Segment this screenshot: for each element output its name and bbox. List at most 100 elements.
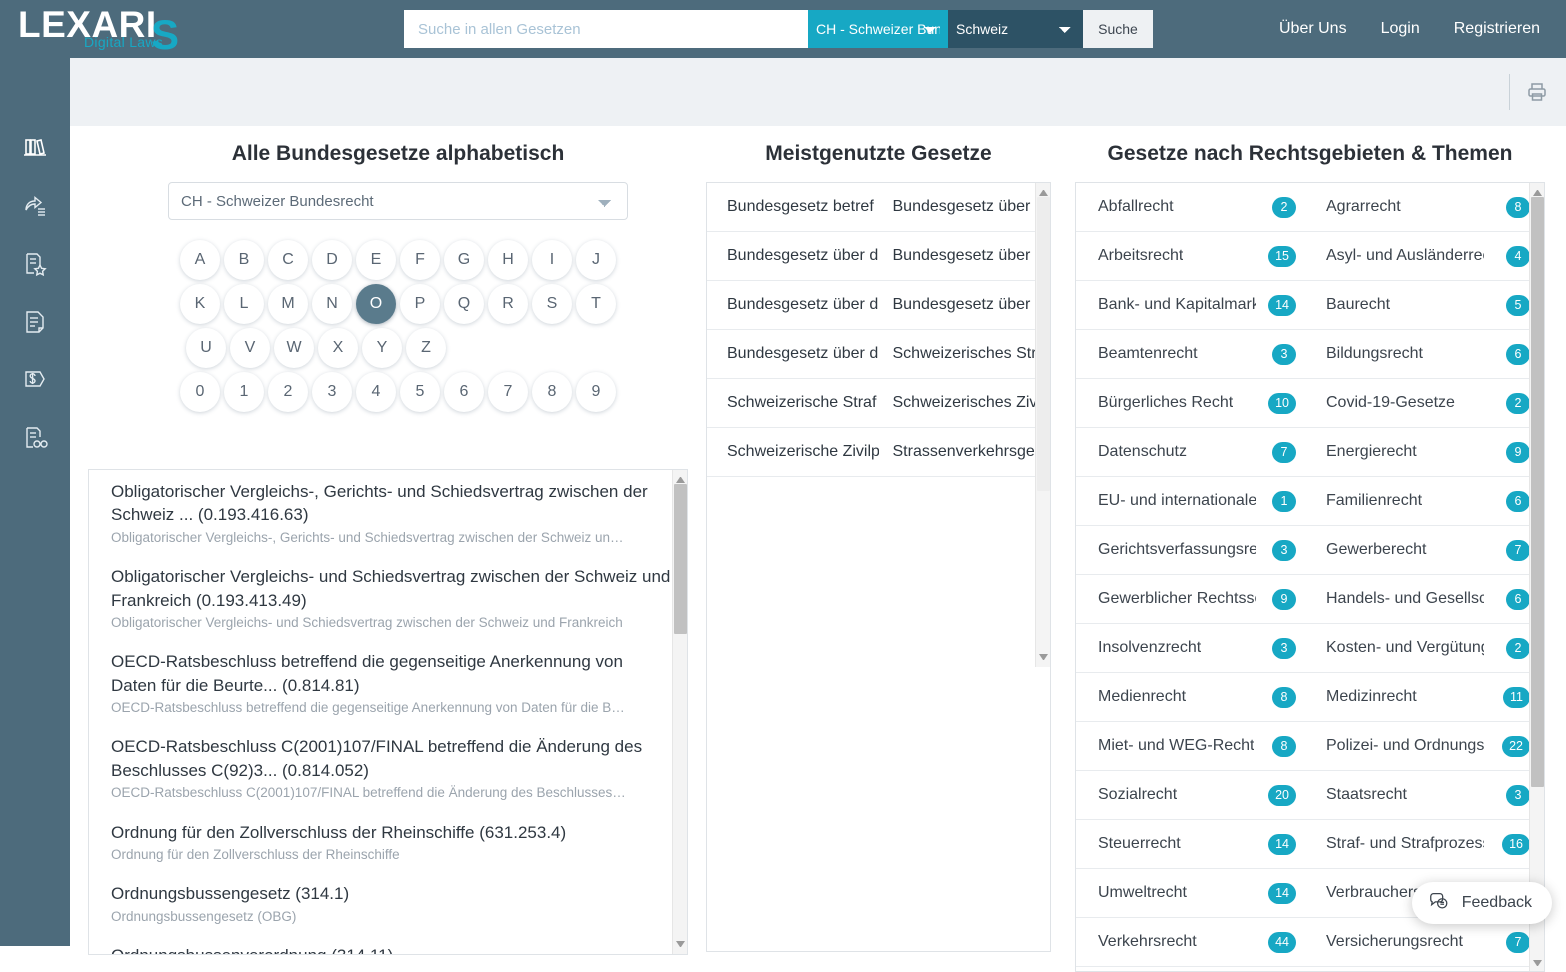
letter-button-Q[interactable]: Q (444, 284, 484, 324)
nav-link-about[interactable]: Über Uns (1279, 20, 1347, 38)
list-item[interactable]: Ordnungsbussengesetz (314.1) Ordnungsbus… (111, 882, 671, 926)
letter-button-B[interactable]: B (224, 240, 264, 280)
category-cell[interactable]: Bürgerliches Recht 10 (1076, 379, 1310, 427)
letter-button-J[interactable]: J (576, 240, 616, 280)
most-used-cell[interactable]: Bundesgesetz über d (707, 330, 879, 378)
letter-button-P[interactable]: P (400, 284, 440, 324)
most-used-cell[interactable]: Schweizerisches Zivi (879, 379, 1051, 427)
letter-button-X[interactable]: X (318, 328, 358, 368)
search-input[interactable] (404, 10, 808, 48)
digit-button-9[interactable]: 9 (576, 372, 616, 412)
most-used-cell[interactable]: Bundesgesetz über d (879, 183, 1051, 231)
digit-button-7[interactable]: 7 (488, 372, 528, 412)
most-used-cell[interactable]: Bundesgesetz über d (707, 281, 879, 329)
digit-button-6[interactable]: 6 (444, 372, 484, 412)
letter-button-I[interactable]: I (532, 240, 572, 280)
letter-button-K[interactable]: K (180, 284, 220, 324)
letter-button-G[interactable]: G (444, 240, 484, 280)
most-used-cell[interactable]: Bundesgesetz über d (879, 232, 1051, 280)
category-cell[interactable]: Covid-19-Gesetze 2 (1310, 379, 1544, 427)
document-note-icon[interactable] (15, 304, 55, 340)
letter-button-U[interactable]: U (186, 328, 226, 368)
digit-button-5[interactable]: 5 (400, 372, 440, 412)
letter-button-S[interactable]: S (532, 284, 572, 324)
share-list-icon[interactable] (15, 188, 55, 224)
digit-button-8[interactable]: 8 (532, 372, 572, 412)
category-cell[interactable]: Medienrecht 8 (1076, 673, 1310, 721)
category-cell[interactable]: Miet- und WEG-Recht 8 (1076, 722, 1310, 770)
most-used-cell[interactable]: Strassenverkehrsges (879, 428, 1051, 476)
document-star-icon[interactable] (15, 246, 55, 282)
letter-button-W[interactable]: W (274, 328, 314, 368)
letter-button-H[interactable]: H (488, 240, 528, 280)
most-used-cell[interactable]: Schweizerisches Stra (879, 330, 1051, 378)
letter-button-A[interactable]: A (180, 240, 220, 280)
category-cell[interactable]: Kosten- und Vergütungsrecht 2 (1310, 624, 1544, 672)
law-scope-select[interactable]: CH - Schweizer Bundesrecht (808, 10, 948, 48)
category-cell[interactable]: Gewerberecht 7 (1310, 526, 1544, 574)
category-cell[interactable]: Insolvenzrecht 3 (1076, 624, 1310, 672)
category-cell[interactable]: Umweltrecht 14 (1076, 869, 1310, 917)
letter-button-F[interactable]: F (400, 240, 440, 280)
category-cell[interactable]: Versicherungsrecht 7 (1310, 918, 1544, 966)
letter-button-O[interactable]: O (356, 284, 396, 324)
document-settings-icon[interactable] (15, 420, 55, 456)
letter-button-E[interactable]: E (356, 240, 396, 280)
search-button[interactable]: Suche (1083, 10, 1153, 48)
list-item[interactable]: OECD-Ratsbeschluss C(2001)107/FINAL betr… (111, 735, 671, 802)
scrollbar-thumb[interactable] (1531, 197, 1544, 787)
letter-button-V[interactable]: V (230, 328, 270, 368)
category-cell[interactable]: Asyl- und Ausländerrecht 4 (1310, 232, 1544, 280)
letter-button-C[interactable]: C (268, 240, 308, 280)
paragraph-tag-icon[interactable] (15, 362, 55, 398)
category-cell[interactable]: Gewerblicher Rechtsschutz 9 (1076, 575, 1310, 623)
category-cell[interactable]: Straf- und Strafprozessrecht 16 (1310, 820, 1544, 868)
scroll-down-icon[interactable] (1533, 960, 1542, 969)
category-cell[interactable]: Datenschutz 7 (1076, 428, 1310, 476)
category-cell[interactable]: Baurecht 5 (1310, 281, 1544, 329)
nav-link-register[interactable]: Registrieren (1454, 20, 1540, 38)
letter-button-Z[interactable]: Z (406, 328, 446, 368)
most-used-cell[interactable]: Schweizerische Straf (707, 379, 879, 427)
category-cell[interactable]: Familienrecht 6 (1310, 477, 1544, 525)
digit-button-0[interactable]: 0 (180, 372, 220, 412)
category-cell[interactable]: Staatsrecht 3 (1310, 771, 1544, 819)
logo[interactable]: LEXARI S Digital Laws (18, 0, 208, 58)
category-cell[interactable]: Medizinrecht 11 (1310, 673, 1544, 721)
category-cell[interactable]: Arbeitsrecht 15 (1076, 232, 1310, 280)
category-cell[interactable]: Abfallrecht 2 (1076, 183, 1310, 231)
scroll-up-icon[interactable] (1533, 187, 1542, 196)
digit-button-3[interactable]: 3 (312, 372, 352, 412)
category-cell[interactable]: Polizei- und Ordnungsrecht 22 (1310, 722, 1544, 770)
category-cell[interactable]: Handels- und Gesellschaftsrecht 6 (1310, 575, 1544, 623)
digit-button-4[interactable]: 4 (356, 372, 396, 412)
library-books-icon[interactable] (15, 130, 55, 166)
scroll-up-icon[interactable] (1039, 187, 1048, 196)
category-cell[interactable]: Sozialrecht 20 (1076, 771, 1310, 819)
digit-button-2[interactable]: 2 (268, 372, 308, 412)
letter-button-T[interactable]: T (576, 284, 616, 324)
nav-link-login[interactable]: Login (1381, 20, 1420, 38)
categories-scrollbar[interactable] (1529, 183, 1544, 972)
feedback-button[interactable]: Feedback (1412, 882, 1552, 924)
scrollbar-thumb[interactable] (674, 484, 687, 634)
letter-button-Y[interactable]: Y (362, 328, 402, 368)
scrollbar-thumb[interactable] (1037, 197, 1050, 491)
law-collection-select[interactable]: CH - Schweizer Bundesrecht (168, 182, 628, 220)
category-cell[interactable]: Verkehrsrecht 44 (1076, 918, 1310, 966)
scroll-down-icon[interactable] (1039, 654, 1048, 663)
letter-button-R[interactable]: R (488, 284, 528, 324)
letter-button-L[interactable]: L (224, 284, 264, 324)
category-cell[interactable]: Gerichtsverfassungsrecht 3 (1076, 526, 1310, 574)
category-cell[interactable]: EU- und internationales Recht 1 (1076, 477, 1310, 525)
most-used-scrollbar[interactable] (1035, 183, 1050, 667)
most-used-cell[interactable]: Schweizerische Zivilp (707, 428, 879, 476)
digit-button-1[interactable]: 1 (224, 372, 264, 412)
list-item[interactable]: Ordnungsbussenverordnung (314.11) Ordnun… (111, 944, 671, 954)
results-scrollbar[interactable] (672, 470, 687, 954)
category-cell[interactable]: Bank- und Kapitalmarktrecht 14 (1076, 281, 1310, 329)
list-item[interactable]: OECD-Ratsbeschluss betreffend die gegens… (111, 650, 671, 717)
letter-button-N[interactable]: N (312, 284, 352, 324)
category-cell[interactable]: Beamtenrecht 3 (1076, 330, 1310, 378)
most-used-cell[interactable]: Bundesgesetz über d (707, 232, 879, 280)
